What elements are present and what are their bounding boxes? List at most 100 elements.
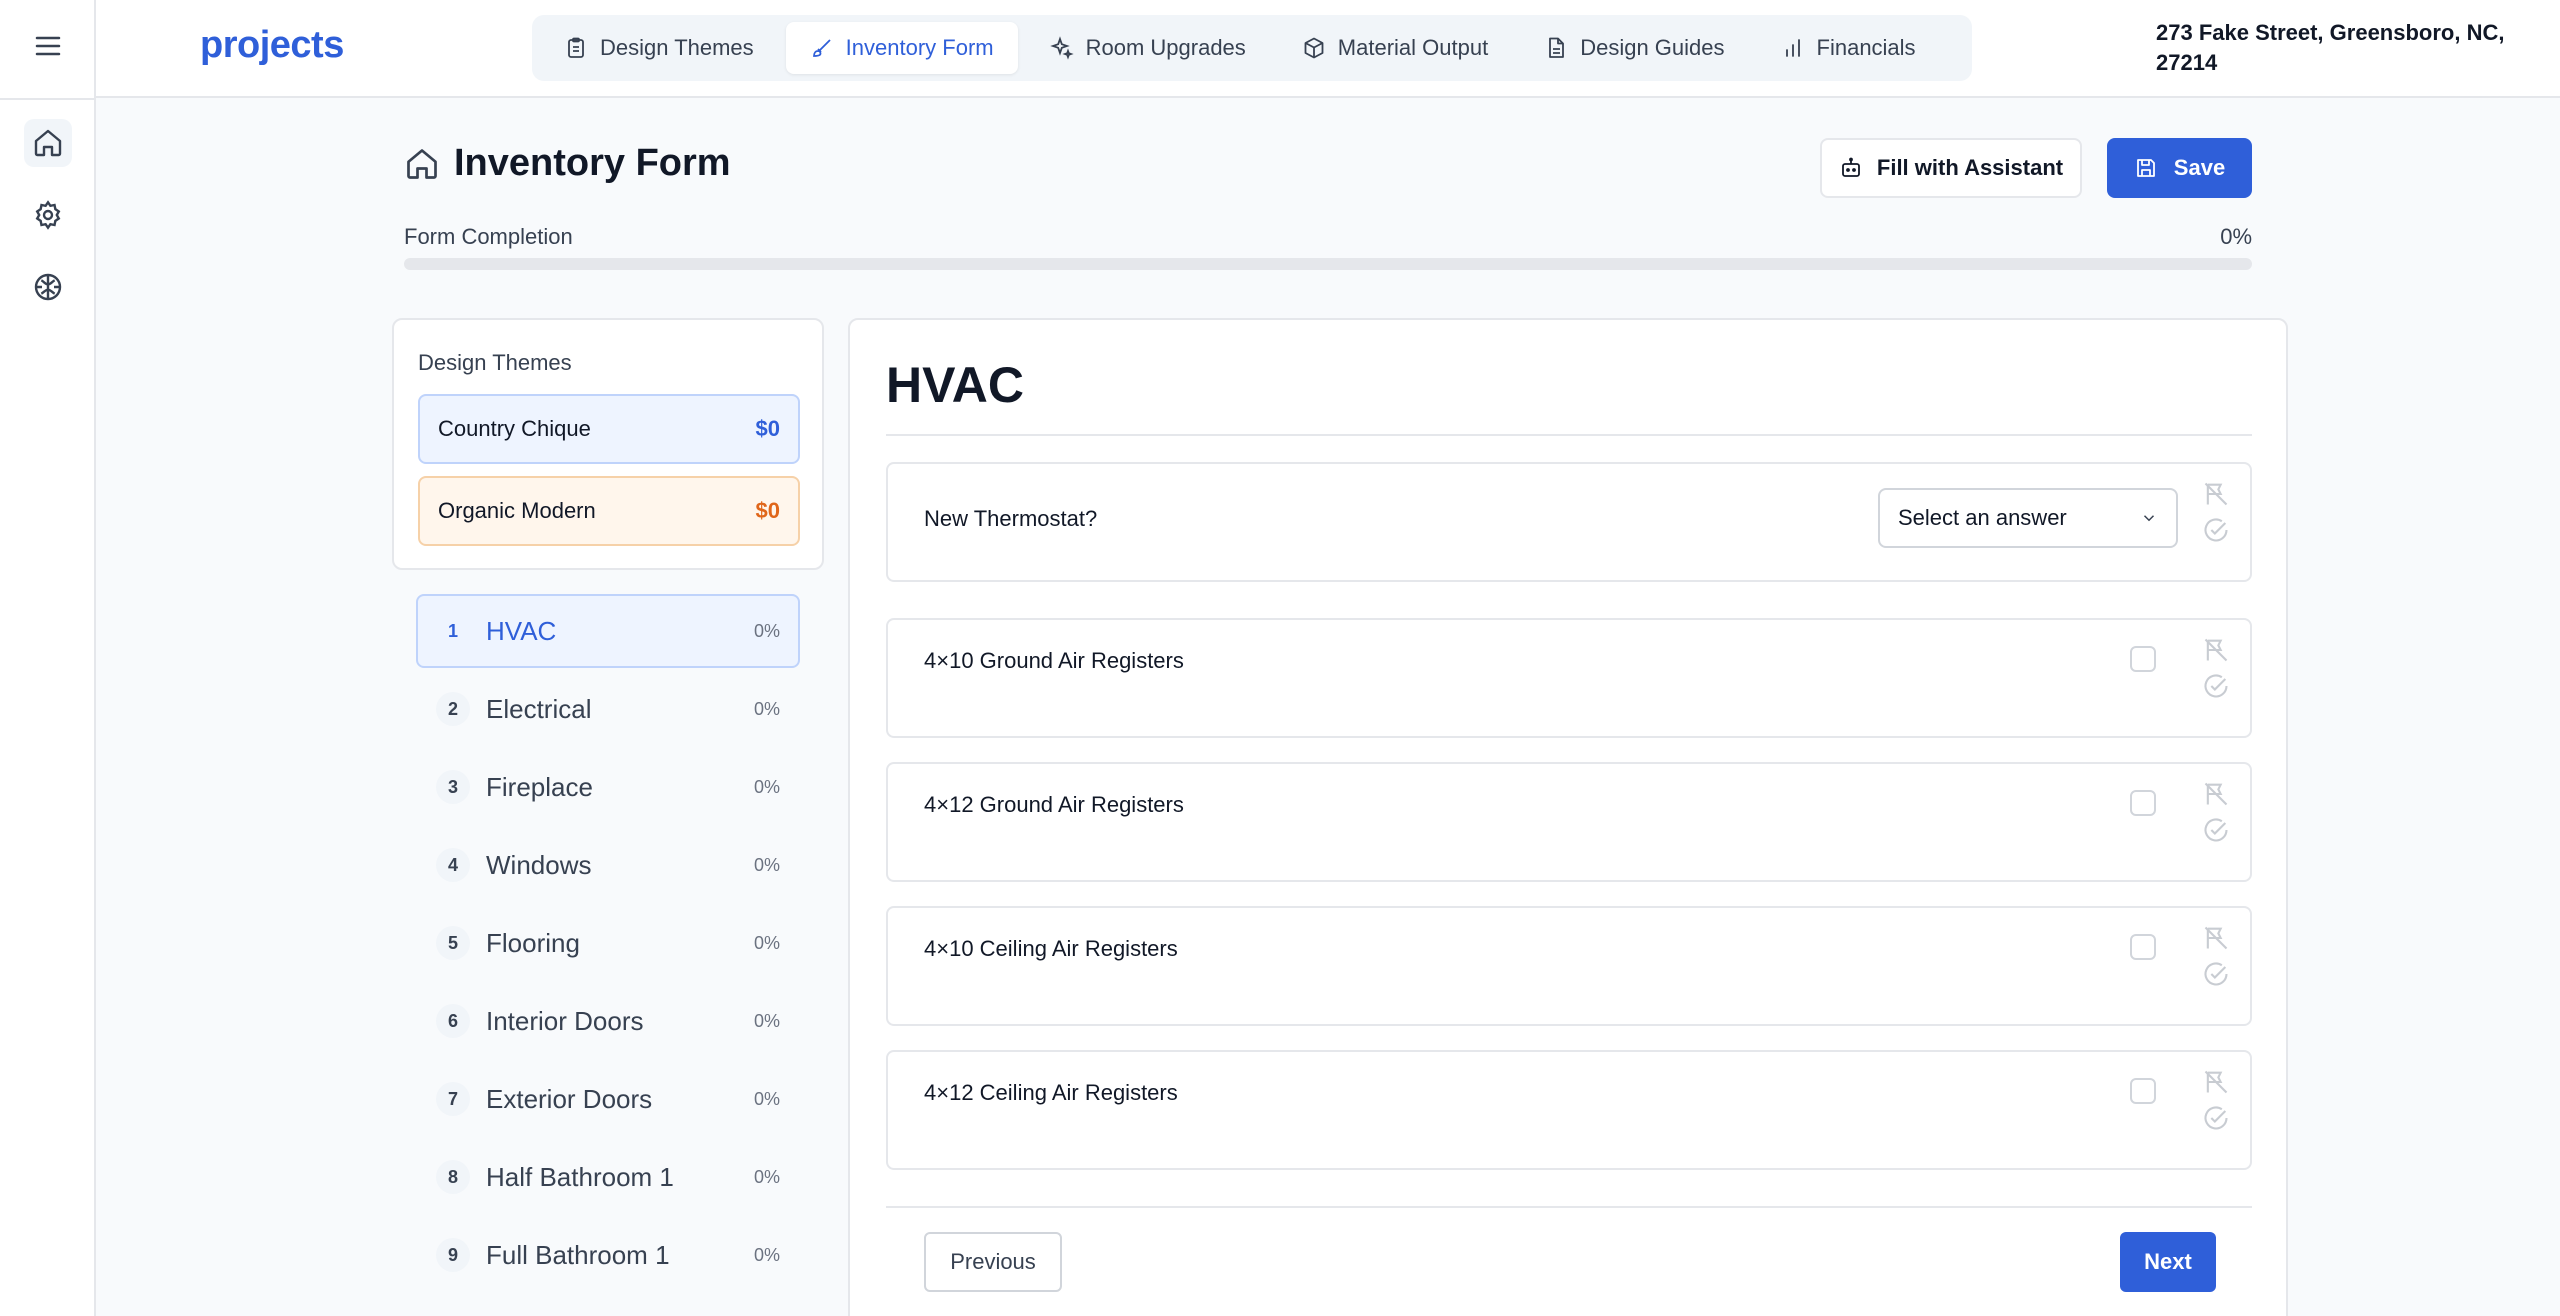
section-item-full-bathroom-1[interactable]: 9 Full Bathroom 1 0%	[416, 1218, 800, 1292]
section-name: HVAC	[486, 615, 557, 646]
row-actions	[2202, 924, 2230, 988]
section-percent: 0%	[753, 1088, 780, 1109]
section-item-hvac[interactable]: 1 HVAC 0%	[416, 594, 800, 668]
title-divider	[886, 434, 2252, 436]
section-name: Fireplace	[486, 771, 593, 802]
save-button[interactable]: Save	[2107, 138, 2252, 198]
document-icon	[1549, 37, 1565, 58]
tab-design-guides[interactable]: Design Guides	[1520, 22, 1748, 74]
section-list: 1 HVAC 0% 2 Electrical 0% 3 Fireplace 0%…	[416, 594, 800, 1296]
brand-logo[interactable]: projects	[200, 24, 344, 67]
brush-icon	[812, 39, 831, 57]
tab-design-themes[interactable]: Design Themes	[540, 22, 778, 74]
design-themes-title: Design Themes	[418, 350, 572, 375]
question-label: 4×12 Ground Air Registers	[924, 792, 1184, 817]
check-circle-icon[interactable]	[2202, 1104, 2230, 1132]
robot-icon	[1841, 157, 1860, 177]
gear-icon[interactable]	[24, 191, 72, 239]
theme-price: $0	[755, 416, 780, 441]
home-icon[interactable]	[24, 119, 72, 167]
section-percent: 0%	[753, 1010, 780, 1031]
section-number: 9	[436, 1238, 470, 1272]
hamburger-menu-icon[interactable]	[30, 28, 66, 64]
section-item-electrical[interactable]: 2 Electrical 0%	[416, 672, 800, 746]
check-circle-icon[interactable]	[2202, 960, 2230, 988]
flag-off-icon[interactable]	[2202, 636, 2230, 664]
tab-inventory-form[interactable]: Inventory Form	[785, 22, 1018, 74]
question-new-thermostat: New Thermostat? Select an answer	[886, 462, 2252, 582]
answer-checkbox[interactable]	[2130, 1078, 2156, 1104]
form-card: HVAC New Thermostat? Select an answer 4×…	[848, 318, 2288, 1316]
select-value: Select an answer	[1898, 505, 2067, 530]
section-percent: 0%	[753, 776, 780, 797]
section-number: 3	[436, 770, 470, 804]
section-name: Flooring	[486, 927, 580, 958]
tab-financials[interactable]: Financials	[1757, 22, 1940, 74]
answer-checkbox[interactable]	[2130, 646, 2156, 672]
theme-price: $0	[755, 498, 780, 523]
section-name: Interior Doors	[486, 1005, 644, 1036]
question-label: 4×12 Ceiling Air Registers	[924, 1080, 1178, 1105]
section-item-exterior-doors[interactable]: 7 Exterior Doors 0%	[416, 1062, 800, 1136]
assistant-label: Fill with Assistant	[1876, 155, 2064, 180]
tab-label: Design Guides	[1580, 35, 1725, 60]
section-number: 5	[436, 926, 470, 960]
flag-off-icon[interactable]	[2202, 924, 2230, 952]
row-actions	[2202, 780, 2230, 844]
check-circle-icon[interactable]	[2202, 816, 2230, 844]
form-completion-progress	[404, 258, 2252, 270]
box-icon	[1304, 37, 1324, 59]
section-percent: 0%	[753, 620, 780, 641]
section-number: 1	[447, 620, 458, 641]
theme-organic-modern[interactable]: Organic Modern $0	[418, 476, 800, 546]
section-title: HVAC	[886, 357, 1024, 413]
clipboard-icon	[568, 37, 584, 58]
previous-button[interactable]: Previous	[924, 1232, 1062, 1292]
section-name: Exterior Doors	[486, 1083, 653, 1114]
section-name: Half Bathroom 1	[486, 1161, 674, 1192]
section-percent: 0%	[753, 698, 780, 719]
section-number: 2	[436, 692, 470, 726]
page-title-row: Inventory Form	[404, 142, 731, 185]
section-name: Electrical	[486, 693, 592, 724]
flag-off-icon[interactable]	[2202, 1068, 2230, 1096]
question-4x10-ground-air-registers: 4×10 Ground Air Registers	[886, 618, 2252, 738]
page-title: Inventory Form	[454, 142, 731, 184]
tab-label: Inventory Form	[845, 35, 994, 60]
form-completion-label: Form Completion	[404, 224, 573, 249]
theme-name: Country Chique	[438, 416, 591, 441]
flag-off-icon[interactable]	[2202, 480, 2230, 508]
next-button[interactable]: Next	[2120, 1232, 2216, 1292]
question-label: New Thermostat?	[924, 506, 1098, 531]
question-4x12-ceiling-air-registers: 4×12 Ceiling Air Registers	[886, 1050, 2252, 1170]
section-item-fireplace[interactable]: 3 Fireplace 0%	[416, 750, 800, 824]
section-item-windows[interactable]: 4 Windows 0%	[416, 828, 800, 902]
fill-with-assistant-button[interactable]: Fill with Assistant	[1820, 138, 2082, 198]
project-address: 273 Fake Street, Greensboro, NC, 27214	[2156, 20, 2505, 75]
tab-room-upgrades[interactable]: Room Upgrades	[1026, 22, 1270, 74]
top-bar: projects Design Themes Inventory Form Ro…	[96, 0, 2560, 98]
section-percent: 0%	[753, 1244, 780, 1265]
tab-label: Material Output	[1337, 35, 1489, 60]
tab-label: Financials	[1816, 35, 1916, 60]
row-actions	[2202, 636, 2230, 700]
answer-checkbox[interactable]	[2130, 934, 2156, 960]
answer-select[interactable]: Select an answer	[1878, 488, 2178, 548]
check-circle-icon[interactable]	[2202, 672, 2230, 700]
answer-checkbox[interactable]	[2130, 790, 2156, 816]
section-item-interior-doors[interactable]: 6 Interior Doors 0%	[416, 984, 800, 1058]
theme-country-chique[interactable]: Country Chique $0	[418, 394, 800, 464]
theme-name: Organic Modern	[438, 498, 596, 523]
section-item-half-bathroom-1[interactable]: 8 Half Bathroom 1 0%	[416, 1140, 800, 1214]
section-number: 6	[436, 1004, 470, 1038]
brain-icon[interactable]	[24, 263, 72, 311]
chevron-down-icon	[2143, 515, 2155, 522]
section-item-flooring[interactable]: 5 Flooring 0%	[416, 906, 800, 980]
tab-label: Room Upgrades	[1085, 35, 1246, 60]
save-label: Save	[2173, 155, 2226, 180]
check-circle-icon[interactable]	[2202, 516, 2230, 544]
tab-material-output[interactable]: Material Output	[1278, 22, 1512, 74]
row-actions	[2202, 480, 2230, 544]
flag-off-icon[interactable]	[2202, 780, 2230, 808]
section-number: 4	[436, 848, 470, 882]
